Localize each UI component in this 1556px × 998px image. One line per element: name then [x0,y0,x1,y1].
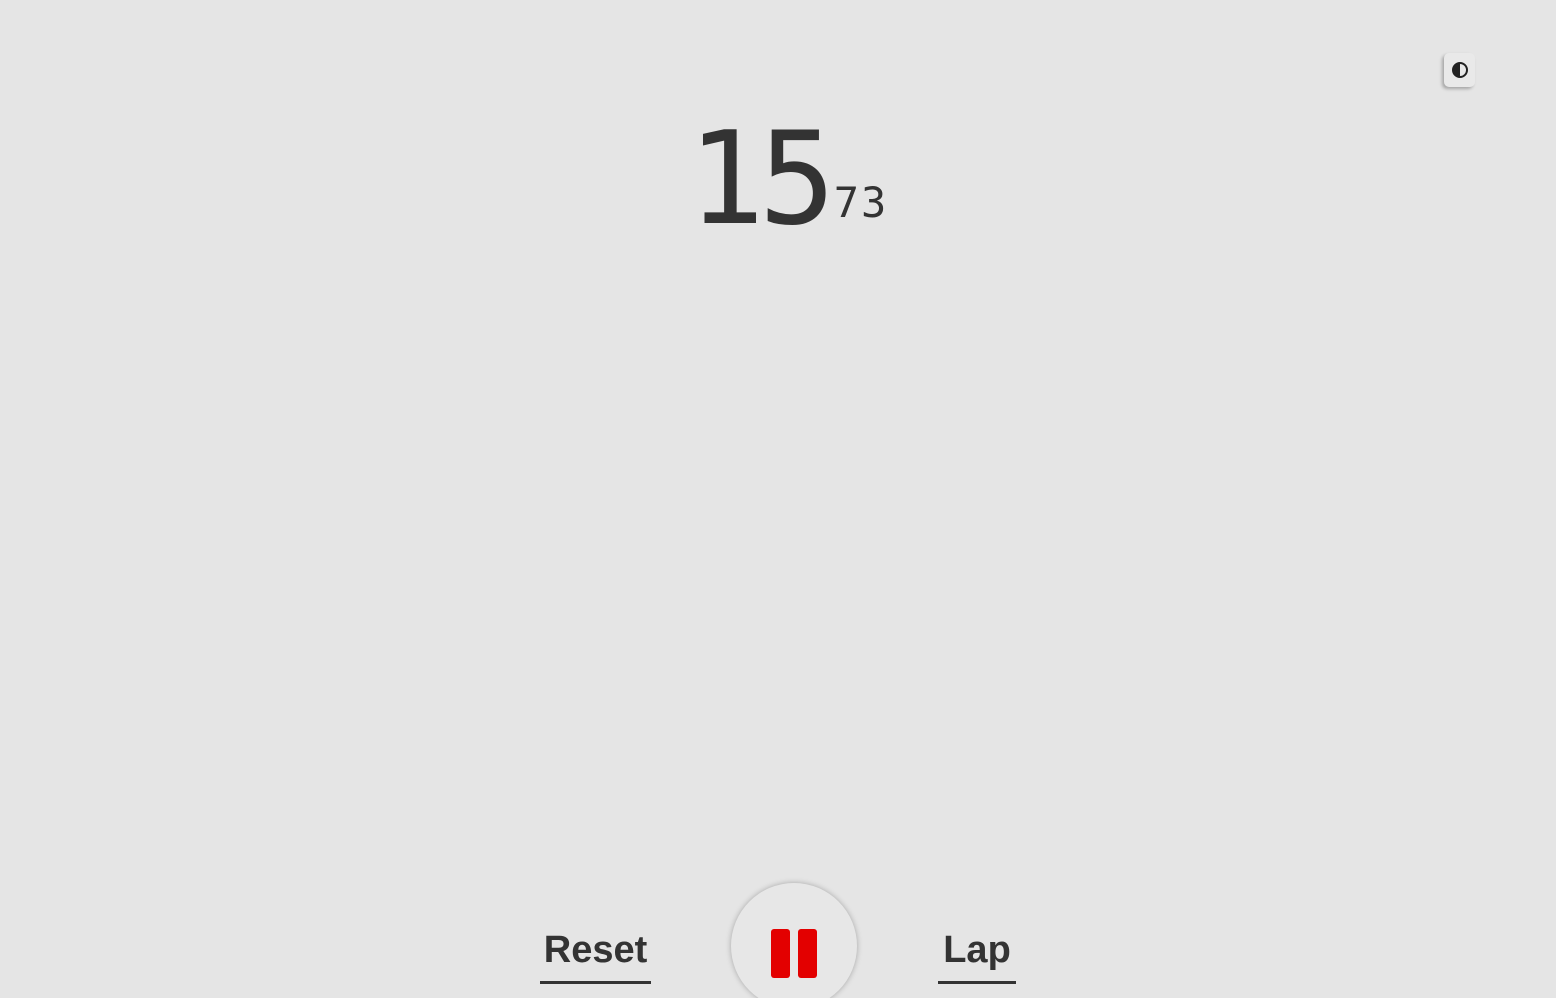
contrast-icon [1451,61,1469,79]
pause-icon-left-bar [771,929,790,978]
stopwatch-page: 15 73 Reset Lap [0,0,1556,998]
timer-display: 15 73 [0,104,1556,244]
timer-seconds: 15 [687,105,836,254]
reset-button[interactable]: Reset [540,926,651,984]
lap-button[interactable]: Lap [938,926,1016,984]
theme-toggle-button[interactable] [1444,53,1475,87]
timer-hundredths: 73 [833,178,889,227]
pause-button[interactable] [731,883,857,998]
pause-icon-right-bar [798,929,817,978]
